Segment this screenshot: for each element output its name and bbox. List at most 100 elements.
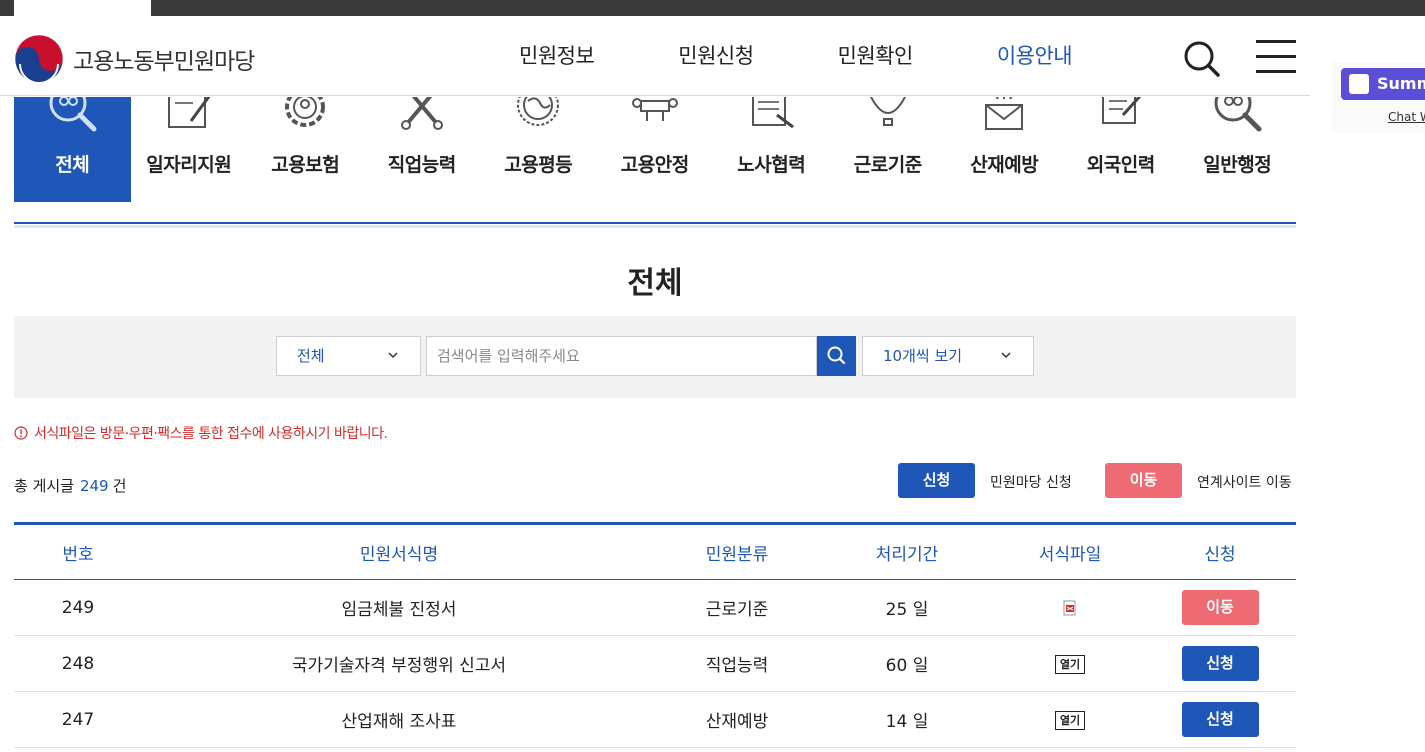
category-tab-labor-standards[interactable]: 근로기준 xyxy=(830,97,947,202)
category-label: 산재예방 xyxy=(970,154,1039,176)
search-submit-button[interactable] xyxy=(817,336,856,376)
category-tab-employment-stability[interactable]: 고용안정 xyxy=(597,97,714,202)
nav-item-civil-apply[interactable]: 민원신청 xyxy=(678,40,754,70)
category-tab-employment-insurance[interactable]: 고용보험 xyxy=(247,97,364,202)
hwp-file-icon[interactable] xyxy=(1062,600,1078,616)
row-action: 신청 xyxy=(1144,691,1296,748)
category-label: 외국인력 xyxy=(1086,154,1155,176)
category-tab-job-support[interactable]: 일자리지원 xyxy=(131,97,248,202)
table-row: 247 산업재해 조사표 산재예방 14 일 열기 신청 xyxy=(14,691,1296,748)
row-number: 249 xyxy=(14,579,142,636)
chevron-down-icon xyxy=(1001,352,1011,359)
document-pen-icon xyxy=(167,97,211,128)
row-category: 직업능력 xyxy=(656,635,818,692)
page-title: 전체 xyxy=(627,266,683,301)
browser-tab[interactable] xyxy=(14,0,151,16)
magnifier-people-icon xyxy=(49,97,97,132)
category-label: 전체 xyxy=(55,154,90,176)
category-tabs: 전체 일자리지원 고용보험 직업능력 고용평등 고용안정 노사협력 근로기준 산… xyxy=(14,97,1296,202)
search-button[interactable] xyxy=(1183,40,1221,78)
globe-icon xyxy=(517,97,560,126)
row-category: 근로기준 xyxy=(656,579,818,636)
category-tab-all[interactable]: 전체 xyxy=(14,97,131,202)
tools-icon xyxy=(400,97,443,130)
row-period: 14 일 xyxy=(818,691,996,748)
legend-move-text: 연계사이트 이동 xyxy=(1197,475,1292,491)
section-divider xyxy=(14,222,1296,228)
move-button[interactable]: 이동 xyxy=(1181,590,1259,625)
taegeuk-logo-icon xyxy=(14,34,64,84)
apply-button[interactable]: 신청 xyxy=(1181,646,1259,681)
apply-button[interactable]: 신청 xyxy=(1181,702,1259,737)
category-label: 고용보험 xyxy=(271,154,340,176)
hamburger-menu-icon xyxy=(1256,40,1296,43)
count-value: 249 xyxy=(79,477,109,495)
summarize-button[interactable]: Summ xyxy=(1341,68,1425,100)
row-action: 신청 xyxy=(1144,635,1296,692)
row-form-name[interactable]: 국가기술자격 부정행위 신고서 xyxy=(142,635,656,692)
search-icon xyxy=(1184,41,1220,77)
row-file: 열기 xyxy=(996,691,1144,748)
site-logo[interactable]: 고용노동부민원마당 xyxy=(14,34,255,84)
envelope-icon xyxy=(985,97,1024,130)
column-header: 번호 xyxy=(14,522,142,580)
category-tab-job-skills[interactable]: 직업능력 xyxy=(364,97,481,202)
row-form-name[interactable]: 임금체불 진정서 xyxy=(142,579,656,636)
legend-apply-text: 민원마당 신청 xyxy=(990,475,1072,491)
extension-side-widget: Summ Chat W xyxy=(1332,62,1425,134)
category-label: 일반행정 xyxy=(1203,154,1272,176)
count-prefix: 총 게시글 xyxy=(14,477,74,495)
search-input[interactable] xyxy=(426,336,817,376)
category-label: 일자리지원 xyxy=(146,154,232,176)
column-header: 서식파일 xyxy=(996,522,1144,580)
notice-text: 서식파일은 방문·우편·팩스를 통한 접수에 사용하시기 바랍니다. xyxy=(34,426,388,442)
category-tab-employment-equality[interactable]: 고용평등 xyxy=(480,97,597,202)
row-number: 247 xyxy=(14,691,142,748)
category-tab-labor-cooperation[interactable]: 노사협력 xyxy=(713,97,830,202)
category-tab-accident-prevention[interactable]: 산재예방 xyxy=(946,97,1063,202)
row-file: 열기 xyxy=(996,635,1144,692)
category-label: 고용평등 xyxy=(504,154,573,176)
column-header: 민원서식명 xyxy=(142,522,656,580)
category-tab-foreign-workforce[interactable]: 외국인력 xyxy=(1063,97,1180,202)
page-size-select-value: 10개씩 보기 xyxy=(883,347,963,365)
search-icon xyxy=(827,346,846,365)
category-label: 근로기준 xyxy=(853,154,922,176)
summarize-icon xyxy=(1349,74,1369,94)
category-tab-general-admin[interactable]: 일반행정 xyxy=(1179,97,1296,202)
nav-item-usage-guide[interactable]: 이용안내 xyxy=(997,40,1073,70)
info-circle-icon xyxy=(14,426,28,440)
legend-apply-badge: 신청 xyxy=(898,463,975,498)
category-select-value: 전체 xyxy=(297,347,325,365)
menu-line xyxy=(1256,70,1296,73)
category-label: 고용안정 xyxy=(620,154,689,176)
legend-move-badge: 이동 xyxy=(1105,463,1182,498)
row-form-name[interactable]: 산업재해 조사표 xyxy=(142,691,656,748)
table-header-row: 번호 민원서식명 민원분류 처리기간 서식파일 신청 xyxy=(14,522,1296,580)
page-size-select[interactable]: 10개씩 보기 xyxy=(862,336,1034,376)
category-label: 노사협력 xyxy=(737,154,806,176)
form-list-table: 번호 민원서식명 민원분류 처리기간 서식파일 신청 249 임금체불 진정서 … xyxy=(14,522,1296,748)
form-pencil-icon xyxy=(1101,97,1141,124)
row-period: 60 일 xyxy=(818,635,996,692)
row-number: 248 xyxy=(14,635,142,692)
row-category: 산재예방 xyxy=(656,691,818,748)
row-period: 25 일 xyxy=(818,579,996,636)
nav-item-civil-check[interactable]: 민원확인 xyxy=(838,40,914,70)
open-file-button[interactable]: 열기 xyxy=(1054,711,1086,730)
search-area: 전체 10개씩 보기 xyxy=(14,316,1296,398)
open-file-button[interactable]: 열기 xyxy=(1054,655,1086,674)
chat-link[interactable]: Chat W xyxy=(1388,110,1425,124)
row-action: 이동 xyxy=(1144,579,1296,636)
magnifier-people-icon xyxy=(1214,97,1262,132)
table-row: 248 국가기술자격 부정행위 신고서 직업능력 60 일 열기 신청 xyxy=(14,635,1296,692)
column-header: 민원분류 xyxy=(656,522,818,580)
category-select[interactable]: 전체 xyxy=(276,336,421,376)
category-label: 직업능력 xyxy=(387,154,456,176)
hamburger-menu-button[interactable] xyxy=(1256,40,1296,74)
nav-item-civil-info[interactable]: 민원정보 xyxy=(519,40,595,70)
post-count: 총 게시글 249 건 xyxy=(14,475,126,496)
main-nav: 민원정보 민원신청 민원확인 이용안내 xyxy=(519,40,1156,70)
table-row: 249 임금체불 진정서 근로기준 25 일 이동 xyxy=(14,579,1296,636)
gear-people-icon xyxy=(285,97,326,127)
